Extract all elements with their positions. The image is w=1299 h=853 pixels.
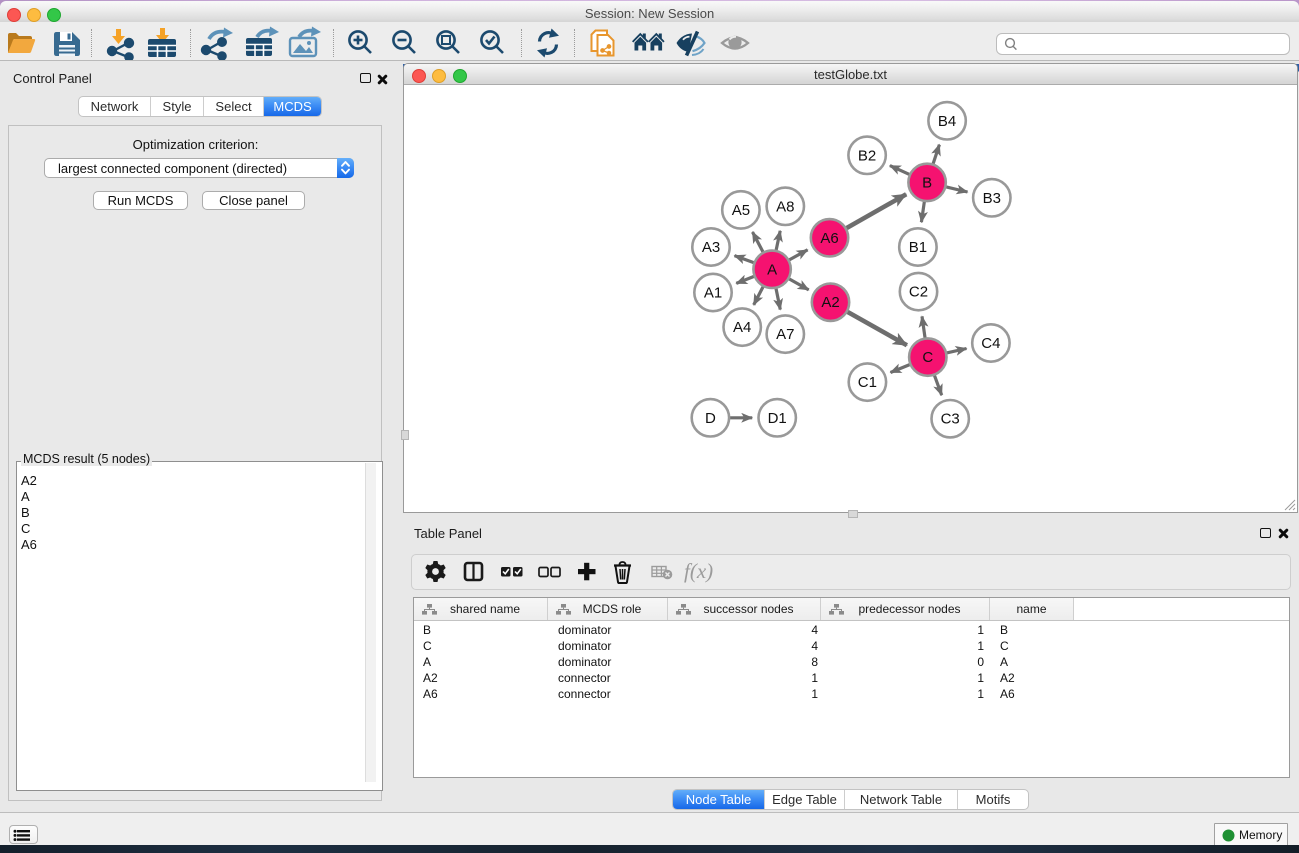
svg-text:C4: C4 — [981, 335, 1000, 352]
svg-text:B1: B1 — [909, 239, 927, 256]
svg-text:A1: A1 — [704, 285, 722, 302]
svg-text:B3: B3 — [983, 190, 1001, 207]
svg-text:B4: B4 — [938, 113, 956, 130]
svg-text:A4: A4 — [733, 319, 751, 336]
svg-text:D: D — [705, 410, 716, 427]
svg-text:C2: C2 — [909, 284, 928, 301]
svg-text:B2: B2 — [858, 147, 876, 164]
svg-text:C3: C3 — [941, 411, 960, 428]
svg-text:D1: D1 — [768, 410, 787, 427]
svg-text:A: A — [767, 261, 777, 278]
svg-text:A6: A6 — [820, 230, 838, 247]
svg-text:A2: A2 — [821, 294, 839, 311]
svg-text:A8: A8 — [776, 198, 794, 215]
svg-text:C: C — [922, 349, 933, 366]
svg-text:C1: C1 — [858, 374, 877, 391]
svg-text:A5: A5 — [732, 202, 750, 219]
svg-text:B: B — [922, 174, 932, 191]
svg-text:f(x): f(x) — [684, 559, 713, 583]
svg-text:A3: A3 — [702, 239, 720, 256]
svg-text:A7: A7 — [776, 326, 794, 343]
